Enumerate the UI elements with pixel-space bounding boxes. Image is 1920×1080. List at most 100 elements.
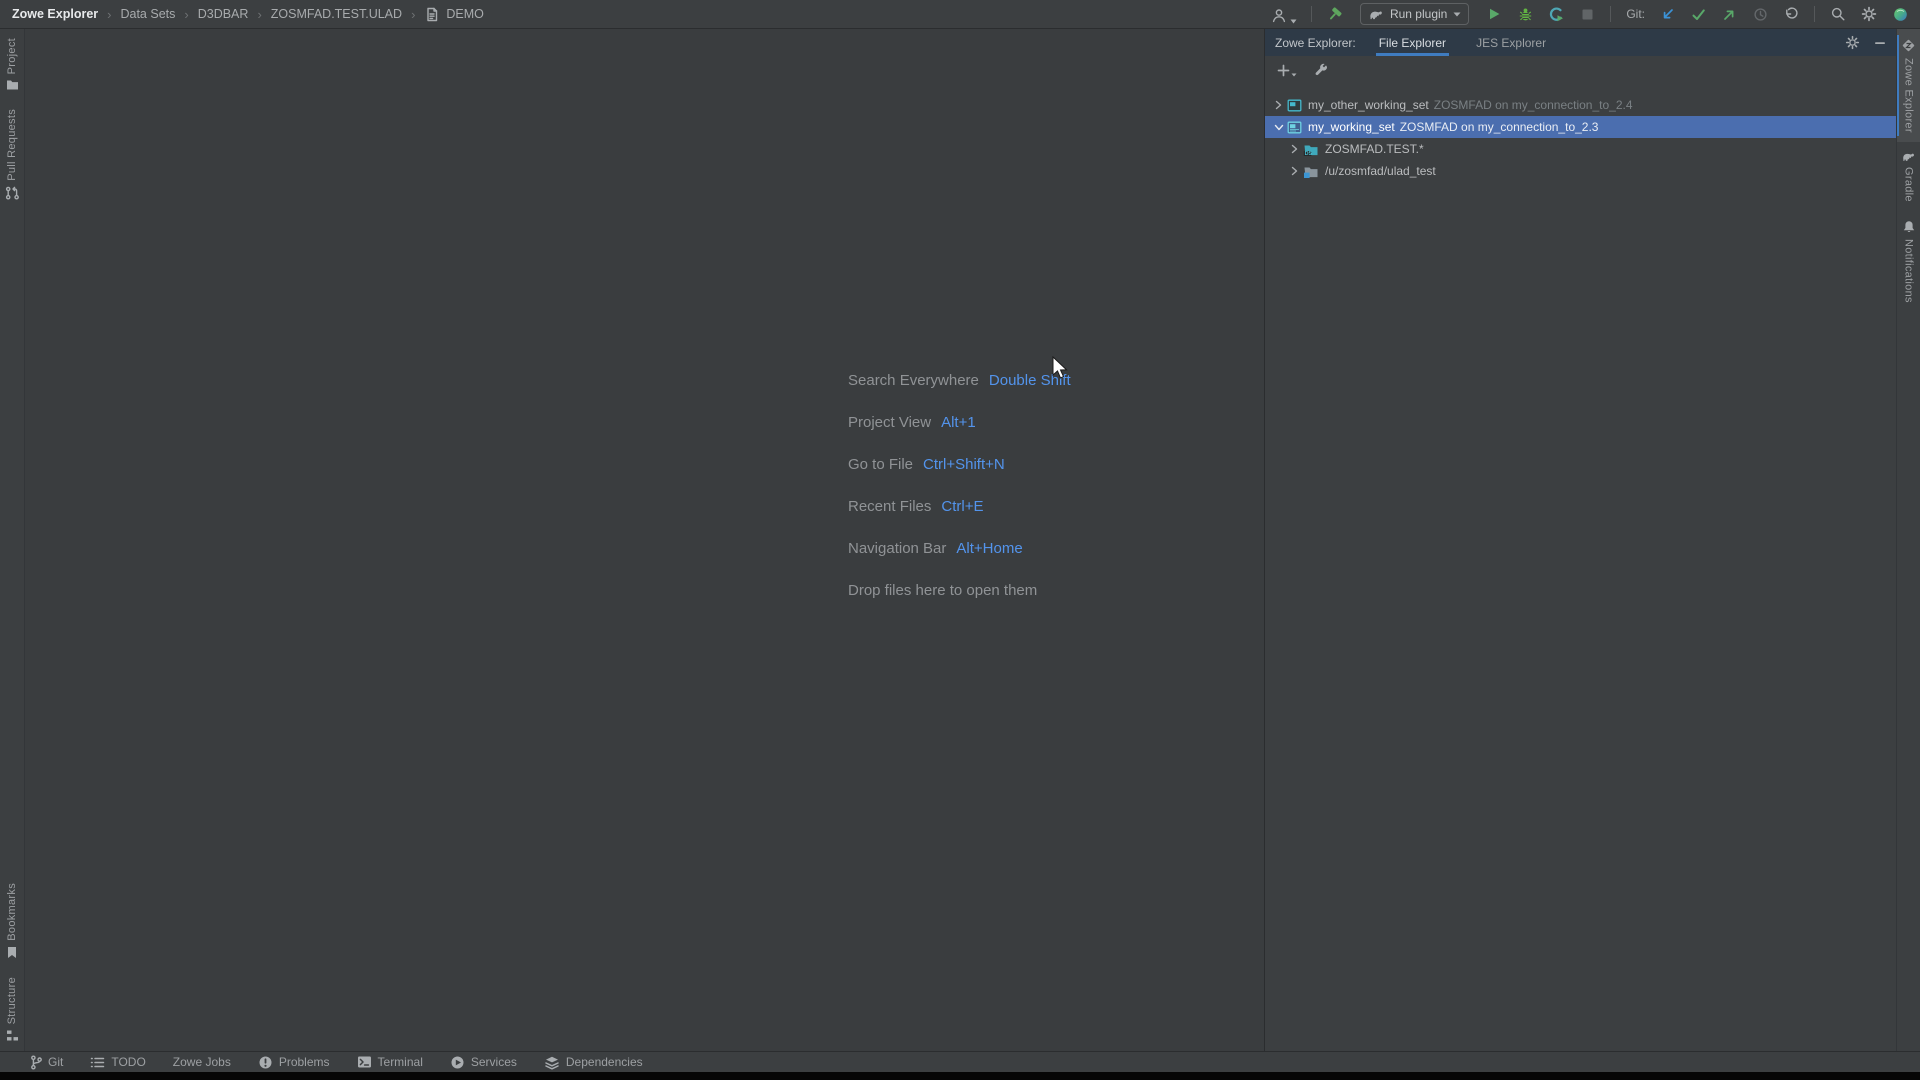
git-commit-icon[interactable]	[1688, 4, 1708, 24]
chevron-right-icon[interactable]	[1286, 143, 1303, 155]
chevron-down-icon	[1453, 12, 1461, 16]
tool-window-toolbar	[1265, 56, 1896, 84]
statusbar-git[interactable]: Git	[30, 1054, 63, 1070]
toolbar-separator	[1310, 6, 1312, 22]
dependencies-icon	[545, 1056, 559, 1070]
tree-item-detail: ZOSMFAD on my_connection_to_2.4	[1433, 98, 1633, 112]
sidebar-item-gradle[interactable]: Gradle	[1897, 142, 1920, 211]
stripe-label: Project	[6, 38, 18, 75]
breadcrumb-data-sets[interactable]: Data Sets	[120, 7, 175, 21]
statusbar-services[interactable]: Services	[450, 1055, 517, 1070]
stripe-label: Zowe Explorer	[1902, 58, 1915, 133]
run-configuration-select[interactable]: Run plugin	[1359, 3, 1470, 25]
tab-jes-explorer[interactable]: JES Explorer	[1473, 29, 1549, 56]
working-set-icon	[1287, 98, 1302, 113]
workspace: Project Pull Requests Bookmarks Structur…	[0, 29, 1920, 1051]
git-widget-label: Git:	[1626, 7, 1645, 21]
statusbar-terminal[interactable]: Terminal	[357, 1055, 423, 1069]
mouse-cursor	[1052, 356, 1068, 379]
stop-icon	[1577, 4, 1597, 24]
breadcrumb: Zowe Explorer › Data Sets › D3DBAR › ZOS…	[12, 7, 484, 22]
profiler-icon[interactable]	[1546, 4, 1566, 24]
gradle-elephant-icon	[1370, 10, 1382, 19]
tree-row-uss-path[interactable]: /u/zosmfad/ulad_test	[1265, 160, 1896, 182]
git-push-icon[interactable]	[1719, 4, 1739, 24]
tree-row-dataset-pattern[interactable]: DS ZOSMFAD.TEST.*	[1265, 138, 1896, 160]
uss-folder-icon	[1303, 164, 1319, 179]
git-branch-icon	[31, 1054, 42, 1069]
bookmark-icon	[8, 946, 16, 958]
chevron-right-icon[interactable]	[1270, 99, 1287, 111]
git-update-icon[interactable]	[1657, 4, 1677, 24]
editor-empty-area[interactable]: Search Everywhere Double Shift Project Vi…	[25, 29, 1265, 1051]
chevron-right-icon[interactable]	[1286, 165, 1303, 177]
todo-list-icon	[91, 1057, 105, 1067]
gradle-elephant-icon	[1903, 153, 1914, 161]
svg-text:DS: DS	[1305, 151, 1313, 157]
dataset-folder-icon: DS	[1303, 142, 1319, 157]
chevron-down-icon[interactable]	[1270, 123, 1287, 132]
sidebar-item-pull-requests[interactable]: Pull Requests	[0, 100, 24, 209]
right-tool-stripe: Zowe Explorer Gradle Notifications	[1896, 29, 1920, 1051]
toolbar-separator	[1814, 6, 1815, 22]
run-icon[interactable]	[1484, 4, 1504, 24]
zowe-explorer-panel: Zowe Explorer: File Explorer JES Explore…	[1265, 29, 1896, 1051]
zowe-logo-icon	[1902, 39, 1915, 52]
working-set-icon	[1287, 120, 1302, 135]
statusbar-todo[interactable]: TODO	[90, 1055, 146, 1069]
breadcrumb-zowe-explorer[interactable]: Zowe Explorer	[12, 7, 98, 21]
shortcut-row: Search Everywhere Double Shift	[848, 372, 1071, 389]
main-toolbar: Zowe Explorer › Data Sets › D3DBAR › ZOS…	[0, 0, 1920, 29]
settings-gear-icon[interactable]	[1859, 4, 1879, 24]
breadcrumb-dataset-name[interactable]: ZOSMFAD.TEST.ULAD	[271, 7, 402, 21]
sidebar-item-structure[interactable]: Structure	[0, 968, 24, 1051]
gear-icon[interactable]	[1845, 35, 1860, 50]
toolbar-separator	[1610, 6, 1612, 22]
user-icon[interactable]	[1270, 4, 1298, 24]
tree-item-label: ZOSMFAD.TEST.*	[1325, 142, 1424, 156]
rollback-icon[interactable]	[1781, 4, 1801, 24]
tree-row-my-working-set[interactable]: my_working_set ZOSMFAD on my_connection_…	[1265, 116, 1896, 138]
shortcut-row: Project View Alt+1	[848, 414, 976, 431]
breadcrumb-d3dbar[interactable]: D3DBAR	[198, 7, 249, 21]
tool-window-title: Zowe Explorer:	[1275, 35, 1356, 50]
hide-icon[interactable]	[1874, 36, 1886, 50]
bottom-edge	[0, 1072, 1920, 1080]
sidebar-item-bookmarks[interactable]: Bookmarks	[0, 874, 24, 968]
search-icon[interactable]	[1828, 4, 1848, 24]
build-hammer-icon[interactable]	[1325, 4, 1345, 24]
statusbar-dependencies[interactable]: Dependencies	[544, 1055, 643, 1070]
sidebar-item-notifications[interactable]: Notifications	[1897, 211, 1920, 312]
breadcrumb-separator: ›	[411, 6, 416, 22]
tab-file-explorer[interactable]: File Explorer	[1375, 29, 1450, 56]
ide-window: Zowe Explorer › Data Sets › D3DBAR › ZOS…	[0, 0, 1920, 1080]
breadcrumb-separator: ›	[257, 6, 262, 22]
status-bar: Git TODO Zowe Jobs Problems Terminal Ser…	[0, 1051, 1920, 1072]
shortcut-row: Recent Files Ctrl+E	[848, 498, 984, 515]
bell-icon	[1903, 220, 1914, 232]
debug-icon[interactable]	[1515, 4, 1535, 24]
statusbar-zowe-jobs[interactable]: Zowe Jobs	[173, 1055, 231, 1069]
tree-item-label: my_other_working_set	[1308, 98, 1429, 112]
pull-request-icon	[5, 186, 19, 200]
add-icon[interactable]	[1277, 64, 1297, 77]
statusbar-problems[interactable]: Problems	[258, 1055, 330, 1070]
profile-sphere-icon[interactable]	[1890, 4, 1910, 24]
left-tool-stripe: Project Pull Requests Bookmarks Structur…	[0, 29, 25, 1051]
sidebar-item-zowe-explorer[interactable]: Zowe Explorer	[1897, 29, 1920, 142]
breadcrumb-member-demo[interactable]: DEMO	[446, 7, 484, 21]
stripe-label: Structure	[6, 976, 18, 1024]
problems-icon	[259, 1056, 272, 1068]
shortcut-hints: Search Everywhere Double Shift Project Vi…	[848, 372, 1071, 599]
stripe-label: Gradle	[1902, 166, 1915, 202]
tree-row-my-other-working-set[interactable]: my_other_working_set ZOSMFAD on my_conne…	[1265, 94, 1896, 116]
tree-item-label: my_working_set	[1308, 120, 1395, 134]
services-icon	[451, 1056, 464, 1068]
sidebar-item-project[interactable]: Project	[0, 29, 24, 100]
run-config-label: Run plugin	[1389, 7, 1448, 21]
folder-icon	[6, 80, 18, 90]
tree-item-detail: ZOSMFAD on my_connection_to_2.3	[1399, 120, 1599, 134]
wrench-icon[interactable]	[1314, 63, 1329, 78]
structure-icon	[6, 1030, 18, 1041]
tree-item-label: /u/zosmfad/ulad_test	[1325, 164, 1436, 178]
